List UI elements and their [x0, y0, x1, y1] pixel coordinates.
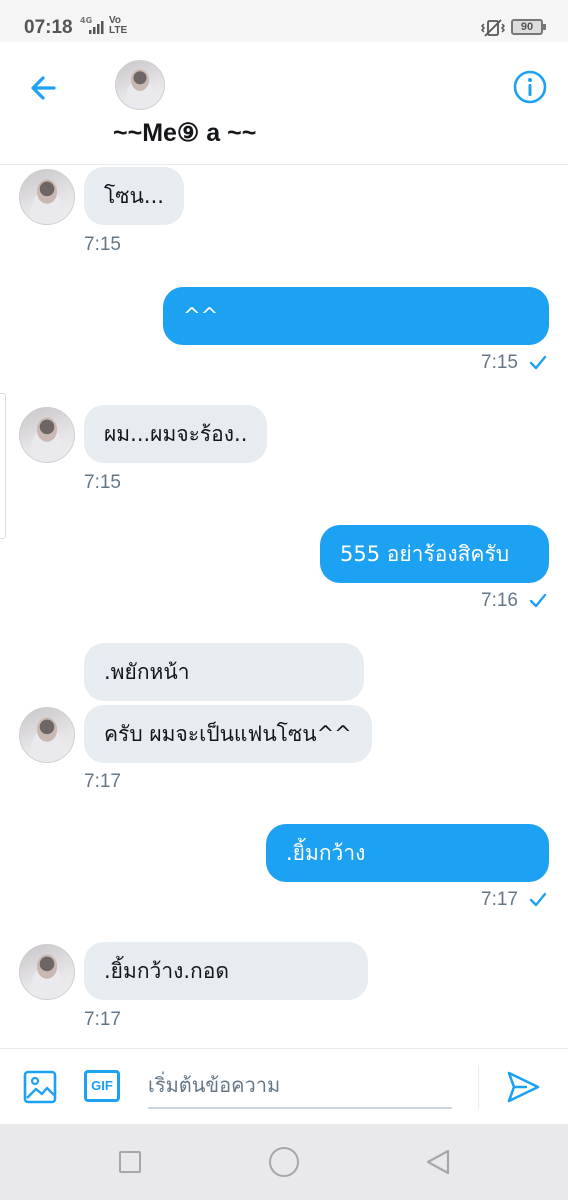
back-triangle-icon[interactable] [424, 1148, 452, 1176]
message-composer: GIF [0, 1048, 568, 1124]
received-message[interactable]: ผม...ผมจะร้อง.. [84, 405, 268, 463]
sender-avatar[interactable] [19, 707, 75, 763]
sent-check-icon [529, 593, 547, 608]
sender-avatar[interactable] [19, 944, 75, 1000]
status-bar: 07:18 4G Vo LTE 90 [0, 0, 568, 42]
composer-divider [478, 1065, 479, 1109]
received-message[interactable]: .ยิ้มกว้าง.กอด [84, 942, 368, 1000]
message-timestamp: 7:17 [84, 771, 121, 792]
received-message[interactable]: .พยักหน้า [84, 643, 364, 701]
volte-indicator: Vo LTE [109, 15, 128, 36]
sent-check-icon [529, 355, 547, 370]
message-timestamp: 7:16 [481, 590, 518, 611]
home-icon[interactable] [269, 1147, 299, 1177]
gif-button[interactable]: GIF [84, 1070, 120, 1102]
vibrate-icon [480, 19, 506, 37]
message-input[interactable] [148, 1063, 452, 1109]
received-message[interactable]: โซน... [84, 167, 184, 225]
scroll-handle[interactable] [0, 393, 6, 539]
message-timestamp: 7:15 [84, 472, 121, 493]
contact-name[interactable]: ~~Me⑨ a ~~ [113, 118, 256, 148]
message-timestamp: 7:17 [481, 889, 518, 910]
sent-message[interactable]: .ยิ้มกว้าง [266, 824, 549, 882]
sent-message[interactable]: ^^ [163, 287, 549, 345]
message-timestamp: 7:15 [84, 234, 121, 255]
battery-indicator: 90 [511, 19, 546, 35]
message-timestamp: 7:17 [84, 1009, 121, 1030]
status-time: 07:18 [24, 17, 73, 38]
sent-message[interactable]: 555 อย่าร้องสิครับ [320, 525, 549, 583]
signal-icon [89, 21, 104, 34]
contact-avatar[interactable] [115, 60, 165, 110]
info-icon[interactable] [512, 69, 548, 105]
recent-apps-icon[interactable] [119, 1151, 141, 1173]
system-nav-bar [0, 1124, 568, 1200]
received-message[interactable]: ครับ ผมจะเป็นแฟนโซน^^ [84, 705, 372, 763]
message-timestamp: 7:15 [481, 352, 518, 373]
sent-check-icon [529, 892, 547, 907]
conversation-header: ~~Me⑨ a ~~ [0, 42, 568, 165]
sender-avatar[interactable] [19, 169, 75, 225]
sender-avatar[interactable] [19, 407, 75, 463]
send-icon[interactable] [505, 1069, 541, 1105]
back-arrow-icon[interactable] [26, 70, 62, 106]
image-icon[interactable] [23, 1070, 57, 1104]
